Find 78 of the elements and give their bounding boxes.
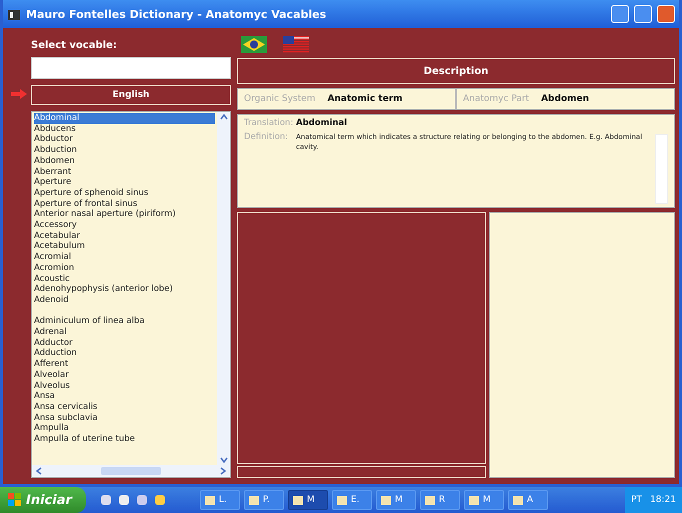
close-button[interactable] (657, 5, 675, 23)
quick-launch-icon[interactable] (118, 494, 130, 506)
list-item[interactable]: Aberrant (34, 166, 215, 178)
quick-launch-icon[interactable] (136, 494, 148, 506)
windows-logo-icon (8, 493, 22, 507)
field-label: Definition: (244, 132, 290, 144)
taskbar-button[interactable]: M (288, 490, 328, 510)
list-item[interactable]: Anterior nasal aperture (piriform) (34, 209, 215, 220)
list-item[interactable]: Ansa subclavia (34, 412, 215, 424)
window-icon (380, 494, 392, 506)
taskbar-button[interactable]: M (376, 490, 416, 510)
list-item[interactable]: Abdominal (34, 113, 215, 124)
list-item[interactable]: Acetabulum (34, 241, 215, 252)
list-item[interactable]: Ampulla (34, 423, 215, 434)
list-item[interactable]: Alveolar (34, 370, 215, 381)
list-item[interactable]: Aperture of frontal sinus (34, 198, 215, 210)
chevron-right-icon[interactable] (218, 466, 228, 476)
clock: 18:21 (650, 495, 676, 505)
brazil-flag-icon[interactable] (241, 36, 267, 52)
list-item[interactable]: Acoustic (34, 274, 215, 284)
list-item[interactable]: Acetabular (34, 230, 215, 242)
field-value: Abdominal (296, 118, 348, 128)
list-item[interactable]: Ansa (34, 391, 215, 402)
vocable-input-field[interactable] (31, 57, 231, 79)
list-item[interactable]: Abducens (34, 124, 215, 134)
list-item[interactable]: Abductor (34, 134, 215, 146)
us-flag-icon[interactable] (283, 36, 309, 52)
list-item[interactable]: Ansa cervicalis (34, 402, 215, 413)
chevron-down-icon[interactable] (218, 455, 228, 465)
list-item[interactable]: Accessory (34, 220, 215, 231)
list-item[interactable]: Afferent (34, 359, 215, 370)
field-value: Anatomic term (327, 94, 403, 104)
field-label: Translation: (244, 118, 294, 128)
taskbar-button[interactable]: E. (332, 490, 372, 510)
taskbar-button[interactable]: A (508, 490, 548, 510)
list-item[interactable]: Acromion (34, 262, 215, 274)
taskbar-button[interactable]: P. (244, 490, 284, 510)
list-item[interactable]: Alveolus (34, 380, 215, 392)
chevron-left-icon[interactable] (34, 466, 44, 476)
window-icon (292, 494, 304, 506)
minimize-button[interactable] (611, 5, 629, 23)
arrow-icon (11, 89, 27, 99)
list-item[interactable]: Acromial (34, 252, 215, 263)
list-item[interactable]: Ampulla of uterine tube (34, 434, 215, 445)
list-item[interactable]: Adminiculum of linea alba (34, 316, 215, 328)
list-item[interactable]: Aperture of sphenoid sinus (34, 188, 215, 199)
list-item[interactable]: Adenohypophysis (anterior lobe) (34, 284, 215, 295)
list-item[interactable]: Aperture (34, 177, 215, 188)
window-icon (248, 494, 260, 506)
window-icon (512, 494, 524, 506)
taskbar-button[interactable]: L. (200, 490, 240, 510)
field-label: Organic System (244, 94, 316, 104)
app-icon (7, 7, 21, 21)
taskbar-button[interactable]: R (420, 490, 460, 510)
field-value: Abdomen (541, 94, 590, 104)
list-item[interactable]: Adductor (34, 338, 215, 348)
list-item[interactable]: Abdomen (34, 156, 215, 167)
quick-launch-icon[interactable] (100, 494, 112, 506)
vertical-scrollbar[interactable] (655, 134, 668, 204)
language-button[interactable]: English (31, 85, 231, 105)
list-item[interactable]: Adrenal (34, 327, 215, 338)
horizontal-scrollbar[interactable] (32, 465, 230, 477)
list-item[interactable]: Abduction (34, 145, 215, 156)
list-item[interactable]: Adenoid (34, 294, 215, 306)
list-item[interactable]: Adduction (34, 348, 215, 360)
window-icon (468, 494, 480, 506)
field-label: Anatomyc Part (463, 94, 530, 104)
field-label: Select vocable: (31, 40, 118, 51)
chevron-up-icon[interactable] (218, 112, 228, 122)
taskbar-button[interactable]: M (464, 490, 504, 510)
maximize-button[interactable] (634, 5, 652, 23)
window-icon (424, 494, 436, 506)
window-title: Mauro Fontelles Dictionary - Anatomyc Vacables (26, 8, 328, 20)
section-header: Description (237, 58, 675, 84)
window-icon (336, 494, 348, 506)
vertical-scrollbar[interactable] (217, 112, 230, 465)
window-icon (204, 494, 216, 506)
quick-launch-icon[interactable] (154, 494, 166, 506)
